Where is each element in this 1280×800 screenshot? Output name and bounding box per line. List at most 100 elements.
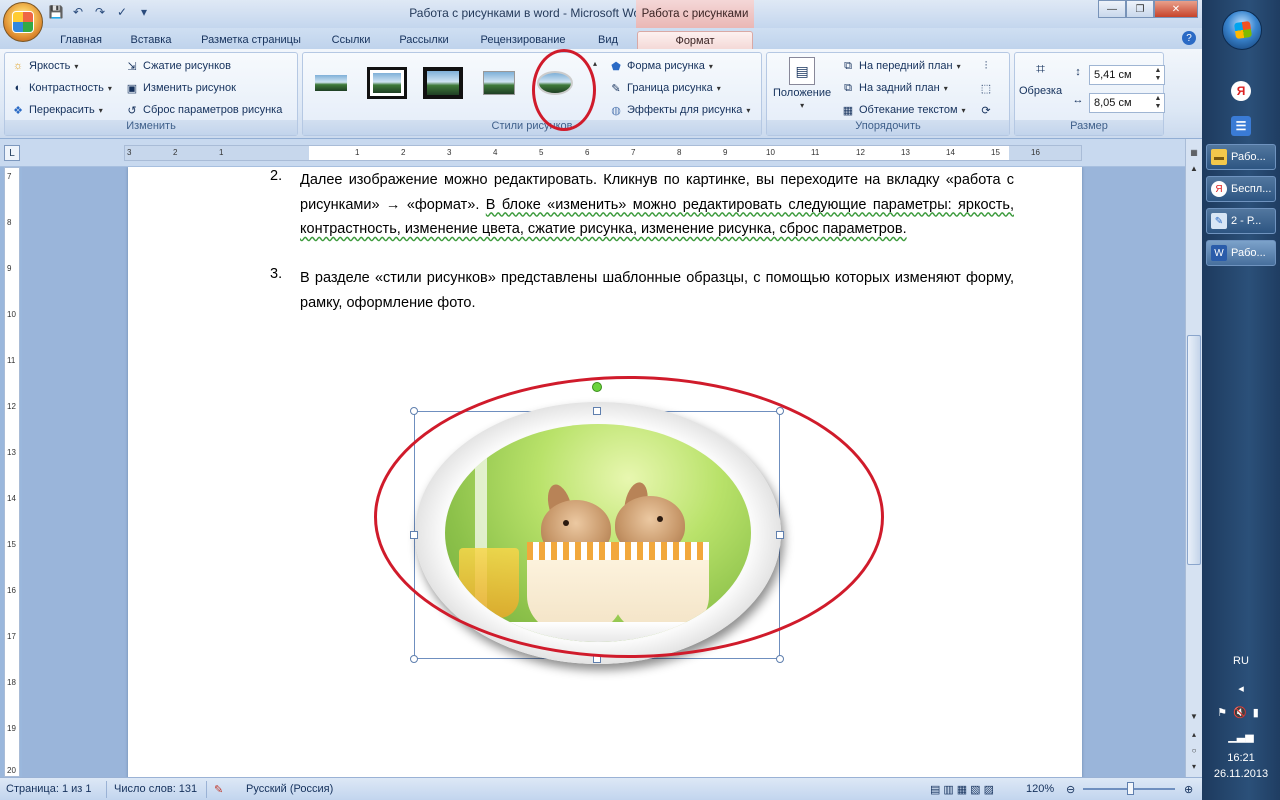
change-picture-button[interactable]: ▣ Изменить рисунок	[125, 81, 236, 95]
taskbar-button-paint[interactable]: ✎ 2 - Р...	[1206, 208, 1276, 234]
page-count[interactable]: Страница: 1 из 1	[6, 783, 92, 795]
group-change: ☼ Яркость ▾ ◐ Контрастность ▾ ❖ Перекрасит…	[4, 52, 298, 136]
height-spinner[interactable]: ▲ ▼	[1153, 67, 1163, 83]
brightness-button[interactable]: ☼ Яркость ▾	[11, 59, 78, 73]
tray-expand-icon[interactable]: ◂	[1202, 682, 1280, 695]
crop-icon: ⌗	[1036, 61, 1046, 78]
clock-time[interactable]: 16:21	[1202, 752, 1280, 764]
list-item-3[interactable]: В разделе «стили рисунков» представлены …	[300, 266, 1014, 315]
ribbon: ☼ Яркость ▾ ◐ Контрастность ▾ ❖ Перекрасит…	[0, 49, 1202, 139]
group-objects-button[interactable]: ⬚	[979, 81, 993, 95]
language-bar[interactable]: RU	[1202, 655, 1280, 667]
close-button[interactable]: ✕	[1154, 0, 1198, 18]
align-button[interactable]: ⫶	[979, 59, 993, 73]
width-field[interactable]: 8,05 см ▲ ▼	[1089, 93, 1165, 113]
width-spinner[interactable]: ▲ ▼	[1153, 95, 1163, 111]
bring-front-button[interactable]: ⧉ На передний план ▾	[841, 59, 961, 73]
tab-home[interactable]: Главная	[52, 31, 110, 49]
picture-style-1[interactable]	[311, 67, 351, 99]
zoom-out-button[interactable]: ⊖	[1066, 783, 1075, 796]
previous-page-button[interactable]: ▴	[1187, 727, 1201, 741]
tray-icons[interactable]: ⚑🔇▮	[1202, 706, 1280, 719]
ruler-toggle-icon[interactable]: ▦	[1187, 145, 1201, 159]
tab-insert[interactable]: Вставка	[122, 31, 180, 49]
context-tab-title: Работа с рисунками	[636, 0, 754, 28]
folder-icon: ▬	[1211, 149, 1227, 165]
scrollbar-thumb[interactable]	[1187, 335, 1201, 565]
contrast-button[interactable]: ◐ Контрастность ▾	[11, 81, 112, 95]
style-gallery-scroll[interactable]: ▴	[593, 59, 597, 68]
tab-selector[interactable]: L	[4, 145, 20, 161]
group-objects-icon: ⬚	[980, 82, 992, 95]
minimize-button[interactable]: —	[1098, 0, 1126, 18]
word-icon: W	[1211, 245, 1227, 261]
zoom-knob[interactable]	[1127, 782, 1134, 795]
resize-handle-nw[interactable]	[410, 407, 418, 415]
language-indicator[interactable]: Русский (Россия)	[246, 783, 333, 795]
reset-picture-button[interactable]: ↺ Сброс параметров рисунка	[125, 103, 282, 117]
tab-references[interactable]: Ссылки	[322, 31, 380, 49]
group-label-size: Размер	[1015, 120, 1163, 135]
reset-picture-icon: ↺	[127, 104, 137, 117]
group-size: ⌗ Обрезка ↕ 5,41 см ▲ ▼ ↔ 8,05 см ▲ ▼ Разм…	[1014, 52, 1165, 136]
crop-button[interactable]: ⌗ Обрезка	[1019, 57, 1062, 97]
zoom-level[interactable]: 120%	[1026, 783, 1054, 795]
next-page-button[interactable]: ▾	[1187, 759, 1201, 773]
send-back-button[interactable]: ⧉ На задний план ▾	[841, 81, 948, 95]
picture-effects-button[interactable]: ◍ Эффекты для рисунка ▾	[609, 103, 750, 117]
resize-handle-sw[interactable]	[410, 655, 418, 663]
vertical-ruler[interactable]: 7 8 9 10 11 12 13 14 15 16 17 18 19 20	[4, 167, 20, 777]
word-count[interactable]: Число слов: 131	[114, 783, 197, 795]
tab-page-layout[interactable]: Разметка страницы	[192, 31, 310, 49]
group-arrange: ▤ Положение ▾ ⧉ На передний план ▾ ⧉ На за…	[766, 52, 1010, 136]
zoom-in-button[interactable]: ⊕	[1184, 783, 1193, 796]
recolor-button[interactable]: ❖ Перекрасить ▾	[11, 103, 103, 117]
annotation-circle-picture	[374, 376, 884, 658]
group-label-change: Изменить	[5, 120, 297, 135]
browse-object-button[interactable]: ○	[1187, 743, 1201, 757]
office-button[interactable]	[3, 2, 43, 42]
proofing-icon[interactable]: ✎	[214, 783, 223, 796]
list-number-3: 3.	[270, 266, 283, 282]
rotate-button[interactable]: ⟳	[979, 103, 993, 117]
yandex-icon[interactable]: Я	[1231, 81, 1251, 101]
width-icon: ↔	[1072, 94, 1084, 106]
picture-effects-icon: ◍	[611, 104, 621, 117]
taskbar-button-word[interactable]: W Рабо...	[1206, 240, 1276, 266]
paint-icon: ✎	[1211, 213, 1227, 229]
horizontal-ruler[interactable]: 3 2 1 1 2 3 4 5 6 7 8 9 10 11 12 13 14 1…	[124, 145, 1082, 161]
recolor-icon: ❖	[13, 104, 23, 117]
maximize-button[interactable]: ❐	[1126, 0, 1154, 18]
compress-icon: ⇲	[127, 60, 137, 73]
network-icon[interactable]: ▁▃▅	[1202, 730, 1280, 743]
tab-format[interactable]: Формат	[637, 31, 753, 49]
picture-style-2[interactable]	[367, 67, 407, 99]
picture-style-4[interactable]	[479, 67, 519, 99]
tasks-icon[interactable]: ☰	[1231, 116, 1251, 136]
position-button[interactable]: ▤ Положение ▾	[773, 57, 831, 110]
group-label-arrange: Упорядочить	[767, 120, 1009, 135]
text-wrap-button[interactable]: ▦ Обтекание текстом ▾	[841, 103, 966, 117]
picture-style-3[interactable]	[423, 67, 463, 99]
tab-review[interactable]: Рецензирование	[468, 31, 578, 49]
contrast-icon: ◐	[14, 82, 22, 94]
picture-border-button[interactable]: ✎ Граница рисунка ▾	[609, 81, 720, 95]
help-icon[interactable]: ?	[1182, 31, 1196, 45]
start-button[interactable]	[1222, 10, 1262, 50]
view-buttons[interactable]: ▤▥▦▧▨	[930, 783, 997, 796]
resize-handle-se[interactable]	[776, 655, 784, 663]
vertical-scrollbar[interactable]: ▦ ▲ ▼ ▴ ○ ▾	[1185, 139, 1202, 777]
tab-mailings[interactable]: Рассылки	[392, 31, 456, 49]
clock-date[interactable]: 26.11.2013	[1202, 768, 1280, 780]
list-item-2[interactable]: Далее изображение можно редактировать. К…	[300, 168, 1014, 242]
group-label-picture-styles: Стили рисунков	[303, 120, 761, 135]
compress-pictures-button[interactable]: ⇲ Сжатие рисунков	[125, 59, 231, 73]
yandex-browser-icon: Я	[1211, 181, 1227, 197]
tab-view[interactable]: Вид	[588, 31, 628, 49]
taskbar-button-explorer[interactable]: ▬ Рабо...	[1206, 144, 1276, 170]
height-field[interactable]: 5,41 см ▲ ▼	[1089, 65, 1165, 85]
taskbar-button-yandex[interactable]: Я Беспл...	[1206, 176, 1276, 202]
scroll-up-button[interactable]: ▲	[1187, 161, 1201, 175]
picture-shape-button[interactable]: ⬟ Форма рисунка ▾	[609, 59, 713, 73]
scroll-down-button[interactable]: ▼	[1187, 709, 1201, 723]
